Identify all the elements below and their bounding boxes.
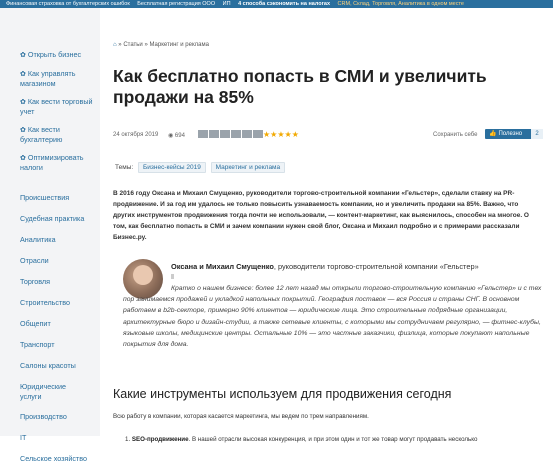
topic-tag[interactable]: Маркетинг и реклама <box>210 162 286 173</box>
sidebar-category[interactable]: Происшествия <box>20 193 100 203</box>
gear-icon: ✿ <box>20 70 26 78</box>
eye-icon: ◉ <box>168 133 175 139</box>
sidebar-action-manage-store[interactable]: ✿ Как управлять магазином <box>20 69 98 89</box>
sidebar-action-bookkeeping[interactable]: ✿ Как вести бухгалтерию <box>20 125 98 145</box>
share-icon[interactable] <box>253 130 263 138</box>
share-icon[interactable] <box>220 130 230 138</box>
sidebar-category[interactable]: Отрасли <box>20 256 100 266</box>
home-icon[interactable]: ⌂ <box>113 42 117 48</box>
top-promo-bar: Финансовая страховка от бухгалтерских ош… <box>0 0 553 8</box>
topics-row: Темы: Бизнес-кейсы 2019 Маркетинг и рекл… <box>115 162 286 173</box>
sidebar-category[interactable]: Транспорт <box>20 340 100 350</box>
quote-author: Оксана и Михаил Смущенко, руководители т… <box>171 262 479 271</box>
sidebar-action-optimize-taxes[interactable]: ✿ Оптимизировать налоги <box>20 153 98 173</box>
sidebar-category[interactable]: Аналитика <box>20 235 100 245</box>
promo-link[interactable]: ИП <box>223 0 231 8</box>
views-count: ◉ 694 <box>168 133 185 139</box>
breadcrumb: ⌂ » Статьи » Маркетинг и реклама <box>113 42 209 48</box>
page-title: Как бесплатно попасть в СМИ и увеличить … <box>113 66 487 107</box>
sidebar-category[interactable]: Сельское хозяйство <box>20 454 100 464</box>
gear-icon: ✿ <box>20 98 26 106</box>
sidebar-category[interactable]: Юридические услуги <box>20 382 80 401</box>
paragraph: Всю работу в компании, которая касается … <box>113 413 369 420</box>
promo-link[interactable]: CRM, Склад, Торговля, Аналитика в одном … <box>338 0 464 8</box>
promo-link[interactable]: Бесплатная регистрация ООО <box>137 0 215 8</box>
gear-icon: ✿ <box>20 154 26 162</box>
promo-link[interactable]: 4 способа сэкономить на налогах <box>238 0 330 8</box>
sidebar-categories: Происшествия Судебная практика Аналитика… <box>20 193 100 475</box>
sidebar-category[interactable]: Салоны красоты <box>20 361 100 371</box>
divider <box>171 274 174 279</box>
sidebar-category[interactable]: Строительство <box>20 298 100 308</box>
sidebar-action-trade-accounting[interactable]: ✿ Как вести торговый учет <box>20 97 98 117</box>
sidebar-category[interactable]: Общепит <box>20 319 100 329</box>
save-link[interactable]: Сохранить себе <box>433 132 477 138</box>
list-item: 1. SEO-продвижение. В нашей отрасли высо… <box>125 436 478 443</box>
article-date: 24 октября 2019 <box>113 132 159 138</box>
breadcrumb-item[interactable]: Маркетинг и реклама <box>149 42 209 48</box>
sidebar-actions: ✿ Открыть бизнес ✿ Как управлять магазином… <box>20 50 98 181</box>
useful-button[interactable]: 👍 Полезно 2 <box>485 129 543 139</box>
sidebar: ✿ Открыть бизнес ✿ Как управлять магазином… <box>0 8 100 463</box>
sidebar-category[interactable]: Торговля <box>20 277 100 287</box>
promo-link[interactable]: Финансовая страховка от бухгалтерских ош… <box>6 0 130 8</box>
breadcrumb-item[interactable]: Статьи <box>123 42 142 48</box>
share-icon[interactable] <box>242 130 252 138</box>
article-meta: 24 октября 2019 ◉ 694 ★★★★★ Сохранить се… <box>113 129 543 142</box>
share-icon[interactable] <box>231 130 241 138</box>
gear-icon: ✿ <box>20 52 26 59</box>
share-buttons <box>198 130 264 138</box>
quote-text: Кратко о нашем бизнесе: более 12 лет наз… <box>123 285 542 349</box>
rating-stars[interactable]: ★★★★★ <box>263 130 299 139</box>
thumbs-up-icon: 👍 <box>489 131 497 137</box>
topic-tag[interactable]: Бизнес-кейсы 2019 <box>137 162 206 173</box>
share-icon[interactable] <box>198 130 208 138</box>
sidebar-category[interactable]: Производство <box>20 412 100 422</box>
share-icon[interactable] <box>209 130 219 138</box>
sidebar-action-open-business[interactable]: ✿ Открыть бизнес <box>20 50 98 61</box>
sidebar-category[interactable]: Судебная практика <box>20 214 100 224</box>
useful-count: 2 <box>531 129 543 139</box>
section-heading: Какие инструменты используем для продвиж… <box>113 387 452 401</box>
author-quote: Оксана и Михаил Смущенко, руководители т… <box>123 259 543 367</box>
gear-icon: ✿ <box>20 126 26 134</box>
sidebar-category[interactable]: IT <box>20 433 100 443</box>
article-lead: В 2016 году Оксана и Михаил Смущенко, ру… <box>113 190 529 241</box>
